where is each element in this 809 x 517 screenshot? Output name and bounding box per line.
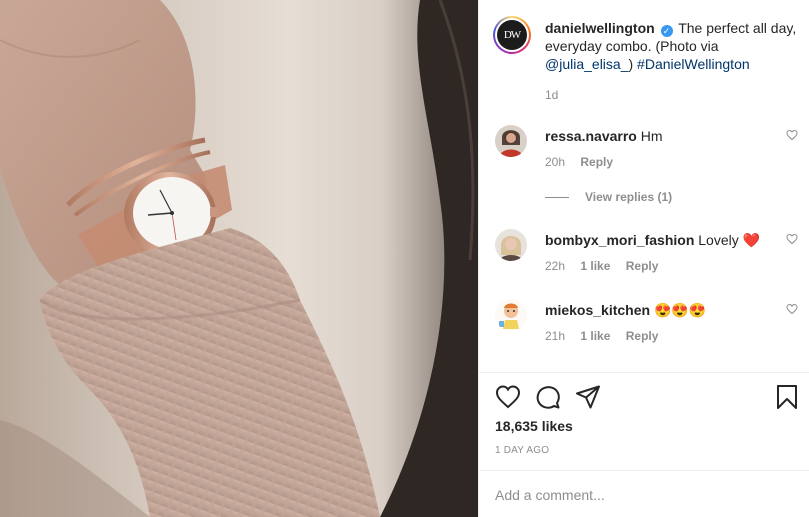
reply-button[interactable]: Reply (626, 259, 659, 273)
like-heart-icon[interactable] (495, 384, 521, 410)
comment-likes[interactable]: 1 like (580, 259, 610, 273)
comment-like-heart-icon[interactable] (786, 233, 798, 245)
comment-item: miekos_kitchen 😍😍😍 21h 1 like Reply (493, 299, 798, 359)
view-replies-label: View replies (1) (585, 190, 673, 204)
comment-text: ressa.navarro Hm (545, 127, 663, 145)
actions-divider (479, 372, 809, 373)
comment-age[interactable]: 22h (545, 259, 565, 273)
bookmark-icon[interactable] (774, 384, 800, 410)
comment-text: miekos_kitchen 😍😍😍 (545, 301, 706, 319)
commenter-avatar[interactable] (495, 125, 527, 157)
author-username[interactable]: danielwellington (545, 20, 655, 36)
caption-hashtag-link[interactable]: #DanielWellington (637, 56, 750, 72)
post-actions (493, 384, 798, 410)
post-details-panel: DW danielwellington ✓ The perfect all da… (478, 0, 809, 517)
caption-text: danielwellington ✓ The perfect all day, … (545, 19, 803, 73)
comment-meta: 22h 1 like Reply (545, 259, 670, 273)
post-date[interactable]: 1 DAY AGO (495, 445, 549, 456)
comment-item: ressa.navarro Hm 20h Reply (493, 125, 798, 185)
wrist-watch-photo (0, 0, 478, 517)
comment-item: bombyx_mori_fashion Lovely ❤️ 22h 1 like… (493, 229, 798, 289)
verified-badge-icon: ✓ (660, 25, 673, 37)
comment-username[interactable]: miekos_kitchen (545, 302, 650, 318)
comment-like-heart-icon[interactable] (786, 129, 798, 141)
share-icon[interactable] (575, 384, 601, 410)
reply-button[interactable]: Reply (580, 155, 613, 169)
comment-text: bombyx_mori_fashion Lovely ❤️ (545, 231, 760, 249)
comment-age[interactable]: 21h (545, 329, 565, 343)
caption-close: ) (628, 56, 634, 72)
reply-button[interactable]: Reply (626, 329, 659, 343)
author-avatar-logo: DW (497, 20, 527, 50)
comment-like-heart-icon[interactable] (786, 303, 798, 315)
caption-mention-link[interactable]: @julia_elisa_ (545, 56, 628, 72)
author-avatar[interactable]: DW (493, 16, 531, 54)
commenter-avatar[interactable] (495, 229, 527, 261)
comment-age[interactable]: 20h (545, 155, 565, 169)
add-comment-input[interactable]: Add a comment... (495, 487, 605, 503)
post-photo[interactable] (0, 0, 478, 517)
heart-emoji: ❤️ (742, 232, 761, 248)
comment-username[interactable]: bombyx_mori_fashion (545, 232, 694, 248)
comment-body: Hm (640, 128, 663, 144)
comment-likes[interactable]: 1 like (580, 329, 610, 343)
caption-age[interactable]: 1d (545, 88, 558, 102)
comment-username[interactable]: ressa.navarro (545, 128, 637, 144)
commenter-avatar[interactable] (495, 299, 527, 331)
comment-icon[interactable] (535, 384, 561, 410)
view-replies-line (545, 197, 569, 199)
comment-emoji: 😍😍😍 (653, 302, 707, 318)
comment-meta: 20h Reply (545, 155, 625, 169)
comment-box-divider (479, 470, 809, 471)
comment-body: Lovely (698, 232, 739, 248)
comment-meta: 21h 1 like Reply (545, 329, 670, 343)
likes-count[interactable]: 18,635 likes (495, 418, 573, 434)
view-replies-button[interactable]: View replies (1) (545, 190, 672, 204)
